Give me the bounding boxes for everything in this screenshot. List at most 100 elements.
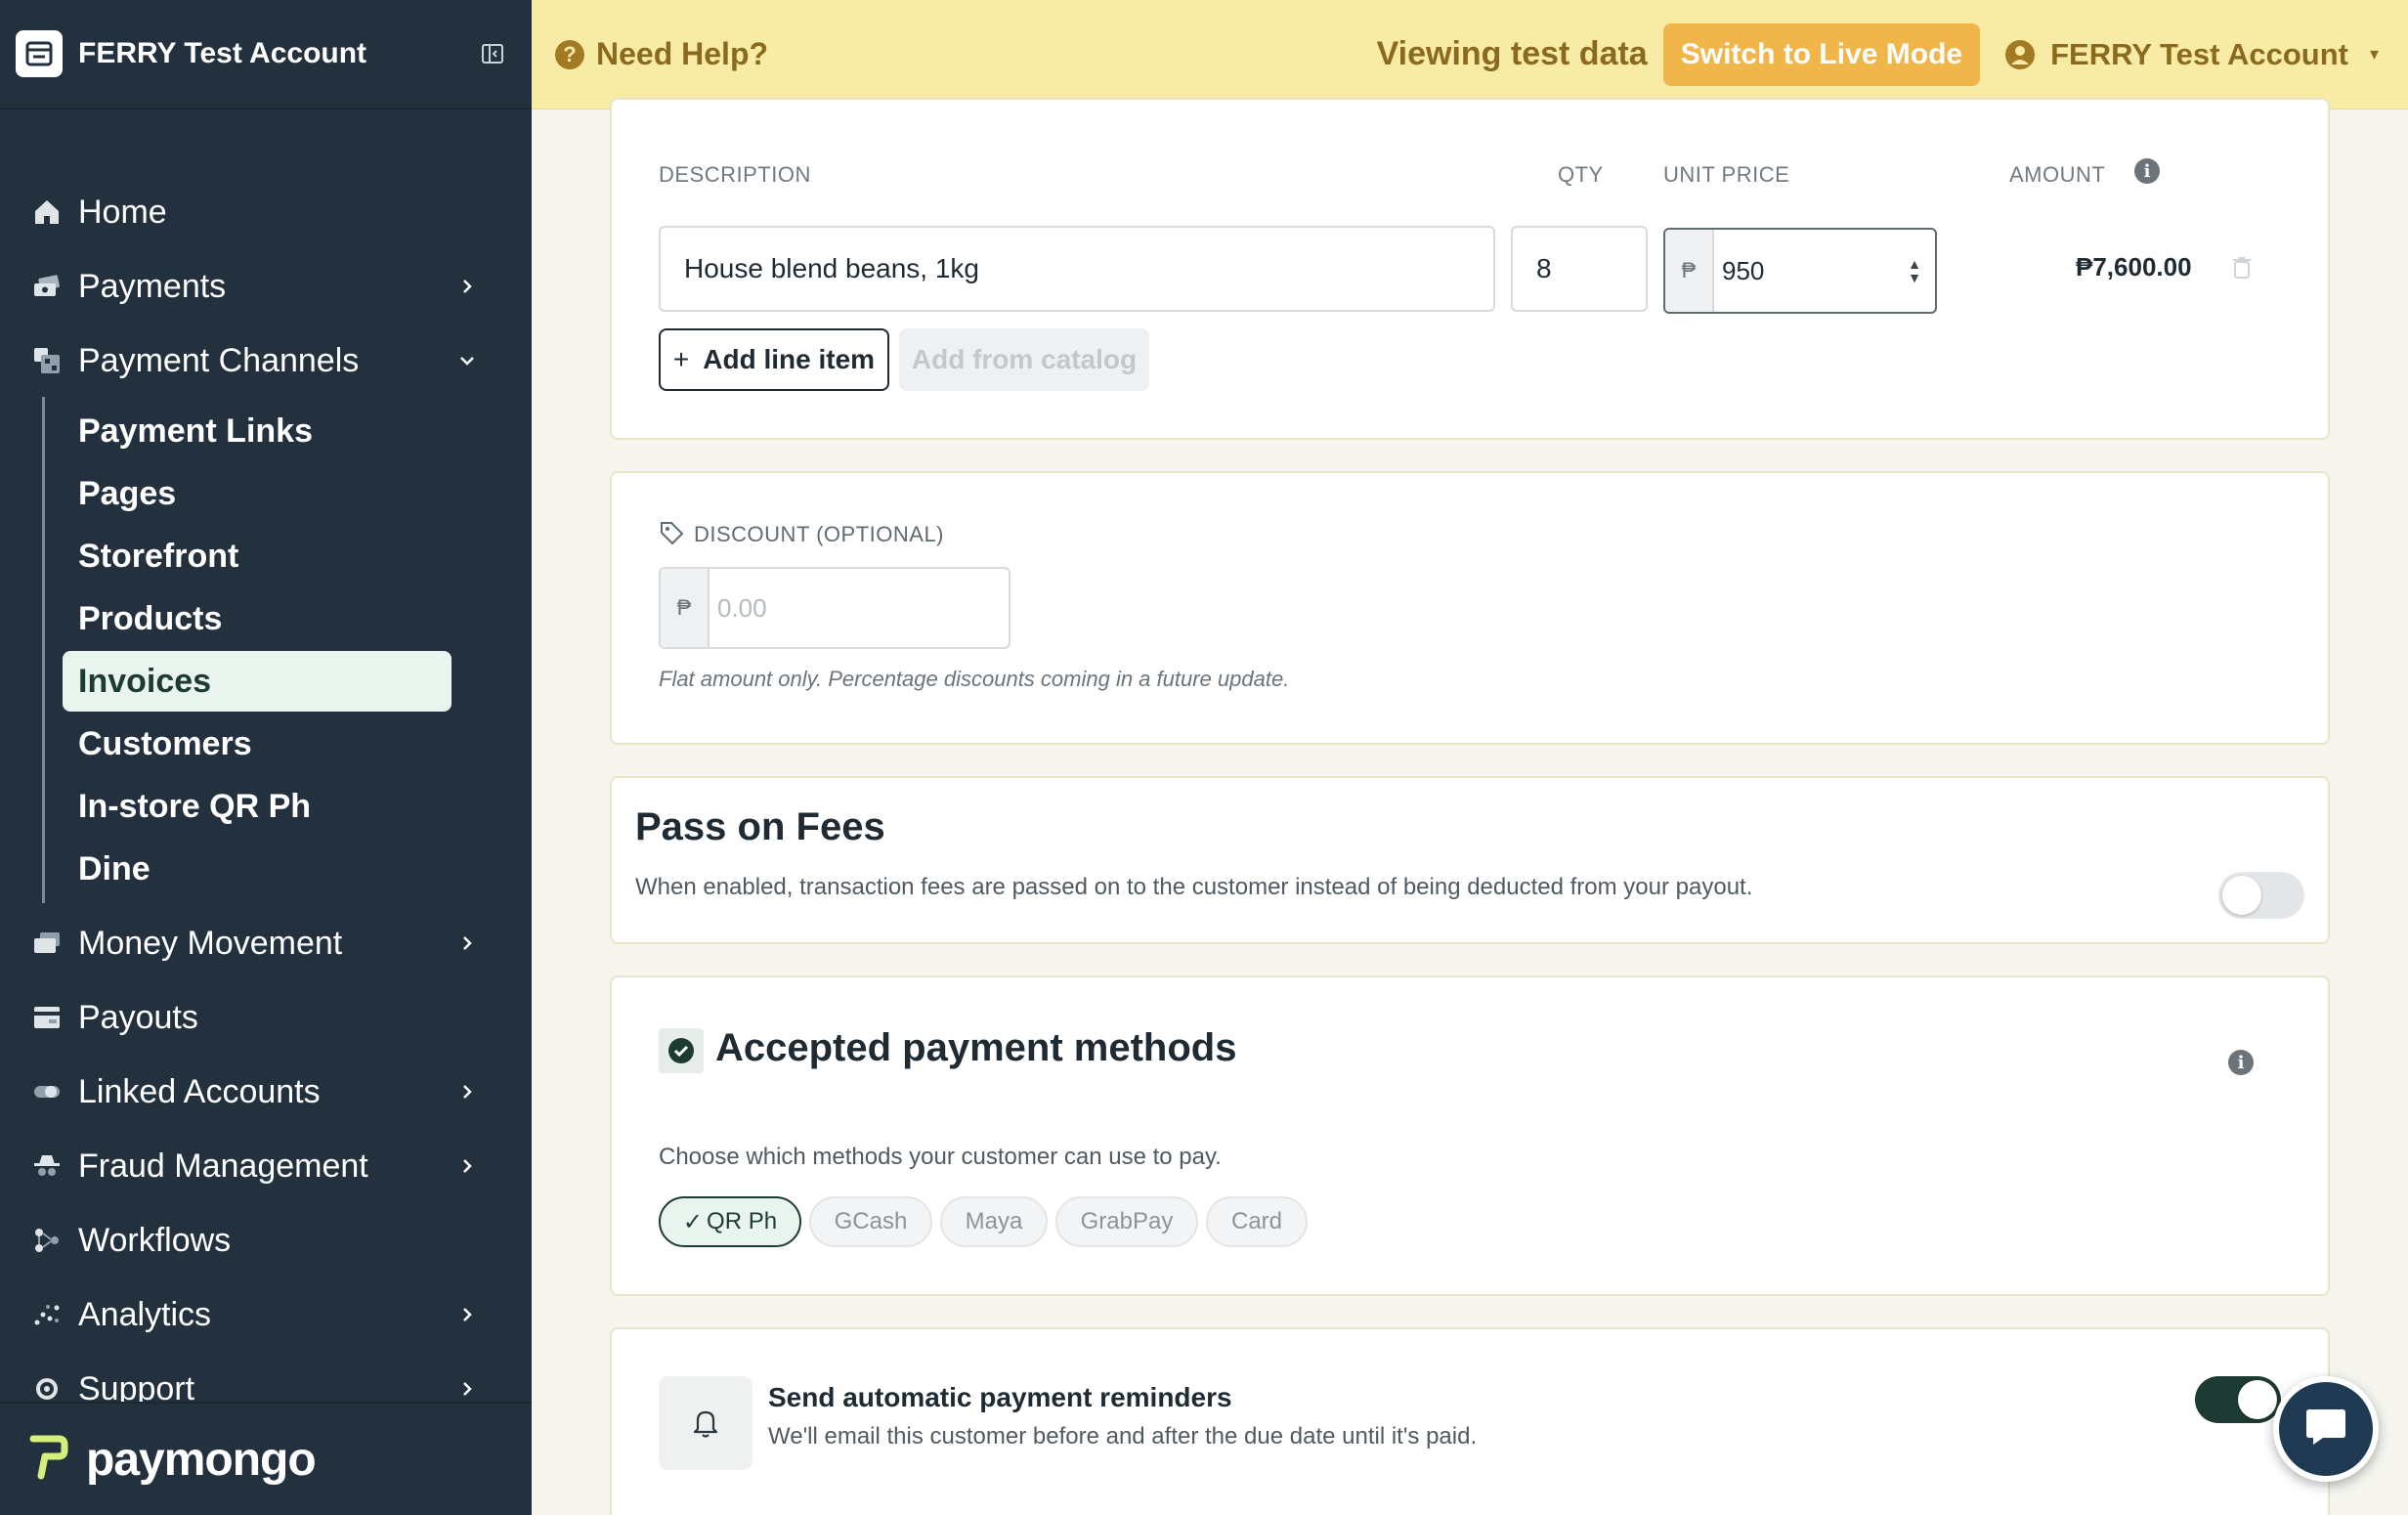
pass-on-fees-title: Pass on Fees (635, 805, 885, 848)
subnav-payment-links[interactable]: Payment Links (63, 401, 452, 461)
currency-prefix: ₱ (1665, 230, 1714, 312)
subnav-dine[interactable]: Dine (63, 839, 452, 899)
payment-methods-card (610, 975, 2330, 1296)
payments-icon (27, 267, 66, 306)
subnav-guide-line (42, 397, 45, 903)
chevron-right-icon (448, 1147, 487, 1186)
col-header-description: DESCRIPTION (659, 162, 811, 187)
chevron-down-icon (448, 341, 487, 380)
discount-label: DISCOUNT (OPTIONAL) (694, 522, 945, 546)
help-label: Need Help? (596, 36, 769, 71)
reminders-card (610, 1327, 2330, 1515)
user-icon (2005, 39, 2036, 69)
nav-analytics[interactable]: Analytics (0, 1283, 532, 1346)
pass-on-fees-card (610, 776, 2330, 944)
method-chip-grabpay[interactable]: GrabPay (1055, 1196, 1198, 1247)
info-icon[interactable]: i (2228, 1050, 2254, 1075)
nav-money-movement[interactable]: Money Movement (0, 912, 532, 974)
chevron-right-icon (448, 1072, 487, 1111)
toggle-knob (2222, 876, 2261, 915)
nav-label: Home (78, 193, 167, 231)
nav-payments[interactable]: Payments (0, 255, 532, 318)
nav-label: Payments (78, 267, 227, 305)
check-icon: ✓ (682, 1208, 704, 1235)
currency-prefix: ₱ (661, 569, 710, 647)
method-chip-gcash[interactable]: GCash (809, 1196, 932, 1247)
check-circle-icon (659, 1028, 704, 1073)
method-chip-maya[interactable]: Maya (940, 1196, 1048, 1247)
payment-methods-description: Choose which methods your customer can u… (659, 1144, 1222, 1170)
description-input[interactable]: House blend beans, 1kg (659, 226, 1495, 312)
pass-on-fees-toggle[interactable] (2218, 872, 2304, 919)
trash-icon[interactable] (2232, 256, 2252, 284)
account-menu[interactable]: FERRY Test Account ▾ (2005, 37, 2379, 72)
chat-bubble-icon (2303, 1406, 2348, 1453)
discount-input[interactable]: ₱ 0.00 (659, 567, 1010, 649)
nav-linked-accounts[interactable]: Linked Accounts (0, 1060, 532, 1123)
add-line-item-label: Add line item (703, 344, 876, 374)
channels-icon (27, 341, 66, 380)
viewing-test-data-label: Viewing test data (1376, 35, 1648, 72)
nav-label: Payment Channels (78, 341, 360, 379)
account-menu-label: FERRY Test Account (2050, 36, 2348, 71)
chat-button[interactable] (2273, 1376, 2379, 1482)
nav-label: Fraud Management (78, 1147, 368, 1185)
subnav-customers[interactable]: Customers (63, 714, 452, 774)
pass-on-fees-description: When enabled, transaction fees are passe… (635, 874, 1753, 900)
subnav-storefront[interactable]: Storefront (63, 526, 452, 586)
reminders-toggle[interactable] (2195, 1376, 2281, 1423)
nav-workflows[interactable]: Workflows (0, 1209, 532, 1272)
method-chip-qr-ph[interactable]: ✓ QR Ph (659, 1196, 801, 1247)
chevron-right-icon (448, 1295, 487, 1334)
discount-note: Flat amount only. Percentage discounts c… (659, 667, 1290, 691)
paymongo-logo-icon (29, 1433, 68, 1487)
link-icon (27, 1072, 66, 1111)
subnav-pages[interactable]: Pages (63, 463, 452, 524)
col-header-amount: AMOUNT (2009, 162, 2106, 187)
nav-payment-channels[interactable]: Payment Channels (0, 329, 532, 392)
subnav-invoices[interactable]: Invoices (63, 651, 452, 712)
info-icon[interactable]: i (2134, 158, 2160, 184)
tag-icon (659, 520, 684, 550)
qty-input[interactable]: 8 (1511, 226, 1648, 312)
toggle-knob (2238, 1380, 2277, 1419)
nav-fraud-management[interactable]: Fraud Management (0, 1135, 532, 1197)
payment-methods-title: Accepted payment methods (715, 1026, 1237, 1069)
col-header-qty: QTY (1558, 162, 1604, 187)
sidebar-header: FERRY Test Account (0, 0, 532, 109)
account-name[interactable]: FERRY Test Account (78, 37, 479, 70)
sidebar: FERRY Test Account Home Payments Payment… (0, 0, 532, 1515)
method-chip-card[interactable]: Card (1206, 1196, 1308, 1247)
question-icon: ? (555, 39, 584, 69)
col-header-unit-price: UNIT PRICE (1663, 162, 1790, 187)
nav-label: Workflows (78, 1221, 232, 1259)
nav-label: Linked Accounts (78, 1072, 321, 1110)
store-icon (16, 30, 63, 77)
collapse-sidebar-icon[interactable] (479, 40, 506, 67)
plus-icon: + (672, 344, 690, 374)
nav-label: Analytics (78, 1295, 212, 1333)
workflow-icon (27, 1221, 66, 1260)
test-mode-banner: ? Need Help? Viewing test data Switch to… (532, 0, 2408, 109)
add-from-catalog-button[interactable]: Add from catalog (899, 328, 1149, 391)
nav-payouts[interactable]: Payouts (0, 986, 532, 1049)
unit-price-value: 950 (1722, 255, 1765, 285)
nav-label: Money Movement (78, 924, 343, 962)
brand-footer: paymongo (0, 1402, 532, 1515)
bell-icon (659, 1376, 752, 1470)
subnav-in-store-qr[interactable]: In-store QR Ph (63, 776, 452, 837)
caret-down-icon: ▾ (2369, 44, 2379, 64)
help-link[interactable]: ? Need Help? (555, 36, 768, 72)
brand-wordmark: paymongo (86, 1433, 317, 1486)
stepper-icon[interactable]: ▲ ▼ (1908, 257, 1921, 284)
subnav-products[interactable]: Products (63, 588, 452, 649)
switch-live-mode-button[interactable]: Switch to Live Mode (1662, 22, 1981, 86)
add-line-item-button[interactable]: + Add line item (659, 328, 889, 391)
unit-price-input[interactable]: ₱ 950 ▲ ▼ (1663, 228, 1937, 314)
chevron-right-icon (448, 924, 487, 963)
money-icon (27, 924, 66, 963)
analytics-icon (27, 1295, 66, 1334)
nav-home[interactable]: Home (0, 181, 532, 243)
reminders-title: Send automatic payment reminders (768, 1382, 1232, 1412)
chevron-right-icon (448, 267, 487, 306)
